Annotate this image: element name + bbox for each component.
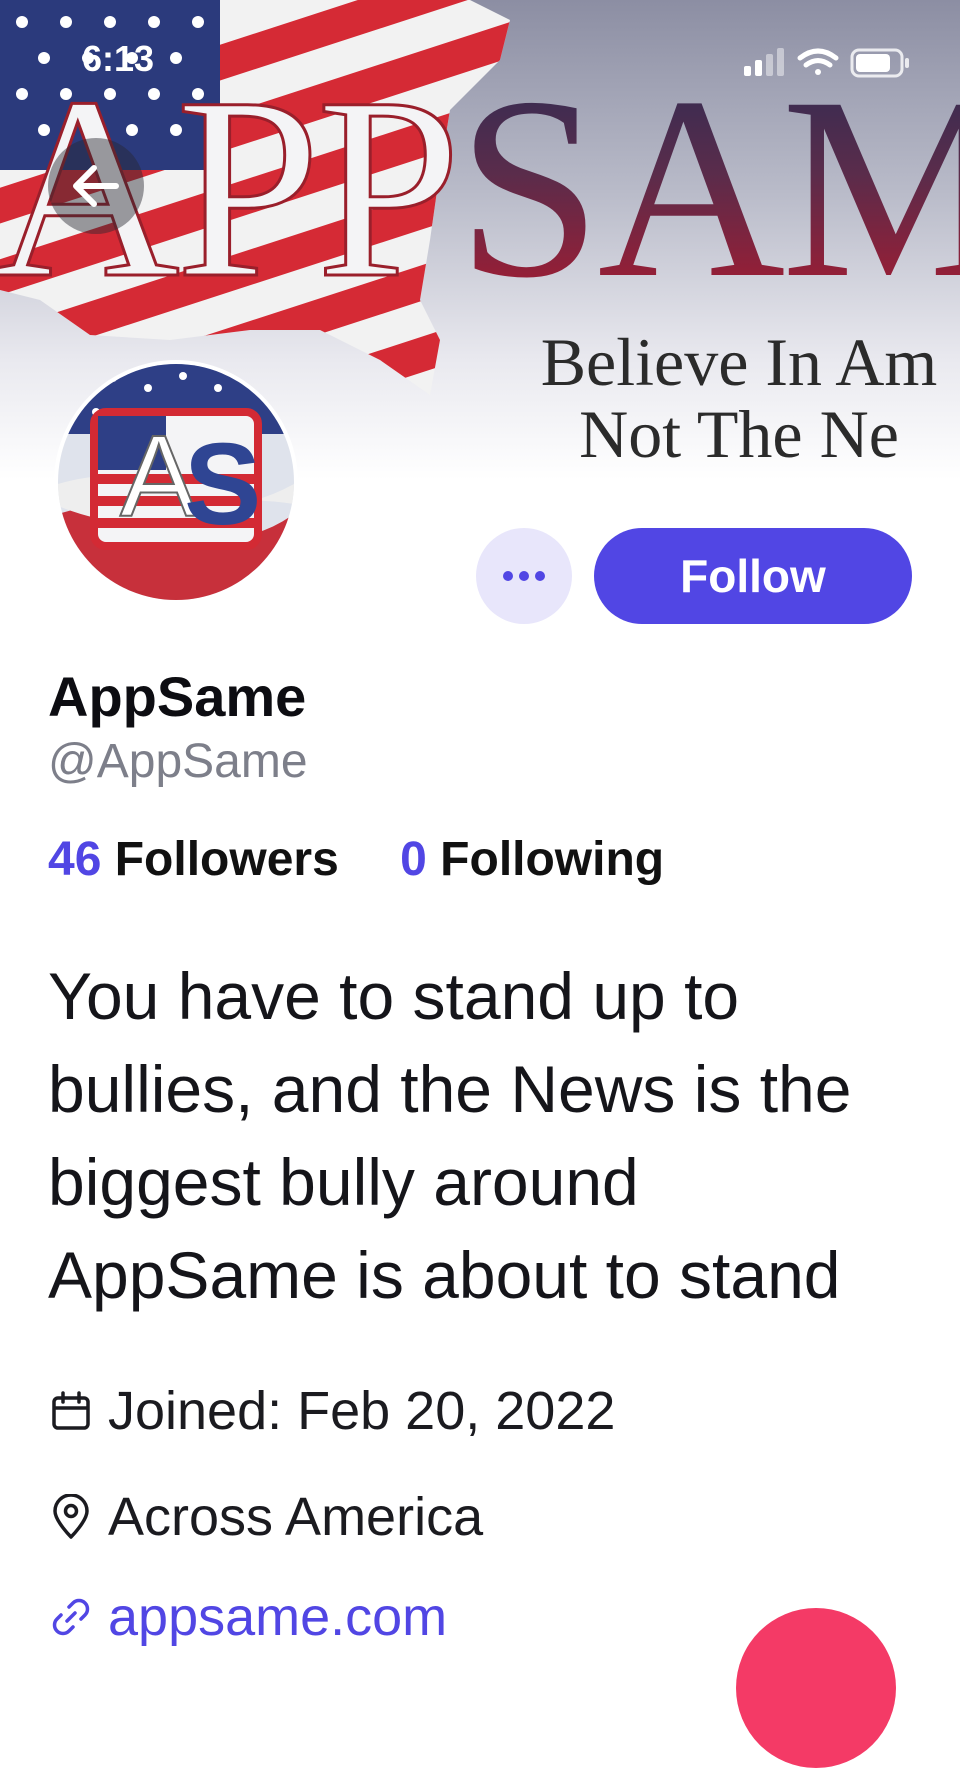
status-time: 6:13 <box>82 38 155 79</box>
joined-row: Joined: Feb 20, 2022 <box>48 1380 615 1442</box>
battery-icon <box>850 48 909 78</box>
floating-action-button[interactable] <box>736 1608 896 1768</box>
wifi-icon <box>797 48 839 75</box>
location-text: Across America <box>108 1487 484 1547</box>
arrow-left-icon <box>73 165 119 207</box>
joined-date: Joined: Feb 20, 2022 <box>108 1381 616 1441</box>
banner-wordmark-right: SAM <box>457 44 960 332</box>
user-handle: @AppSame <box>48 735 308 788</box>
status-icons <box>744 44 914 85</box>
link-icon <box>48 1594 94 1640</box>
banner-tagline-line1: Believe In Am <box>540 326 938 400</box>
more-options-button[interactable] <box>476 528 572 624</box>
banner-tagline: Believe In Am Not The Ne <box>518 326 960 470</box>
following-stat[interactable]: 0 Following <box>400 832 664 887</box>
cellular-signal-icon <box>744 48 784 76</box>
website-link[interactable]: appsame.com <box>108 1586 447 1648</box>
display-name: AppSame <box>48 665 307 728</box>
follow-button[interactable]: Follow <box>594 528 912 624</box>
banner-wordmark: APPSAM <box>0 57 960 320</box>
following-count: 0 <box>400 833 427 886</box>
calendar-icon <box>48 1388 94 1434</box>
avatar[interactable]: A S <box>58 364 294 600</box>
location-row: Across America <box>48 1486 483 1548</box>
followers-stat[interactable]: 46 Followers <box>48 832 339 887</box>
ellipsis-icon <box>503 571 545 581</box>
website-row[interactable]: appsame.com <box>48 1586 447 1648</box>
avatar-letter-s: S <box>184 419 261 549</box>
following-label: Following <box>440 833 665 886</box>
followers-label: Followers <box>114 833 339 886</box>
followers-count: 46 <box>48 833 102 886</box>
banner-tagline-line2: Not The Ne <box>579 396 899 470</box>
map-pin-icon <box>48 1494 94 1540</box>
profile-bio: You have to stand up to bullies, and the… <box>48 959 852 1312</box>
back-button[interactable] <box>48 138 144 234</box>
follow-stats: 46 Followers 0 Following <box>48 832 664 887</box>
